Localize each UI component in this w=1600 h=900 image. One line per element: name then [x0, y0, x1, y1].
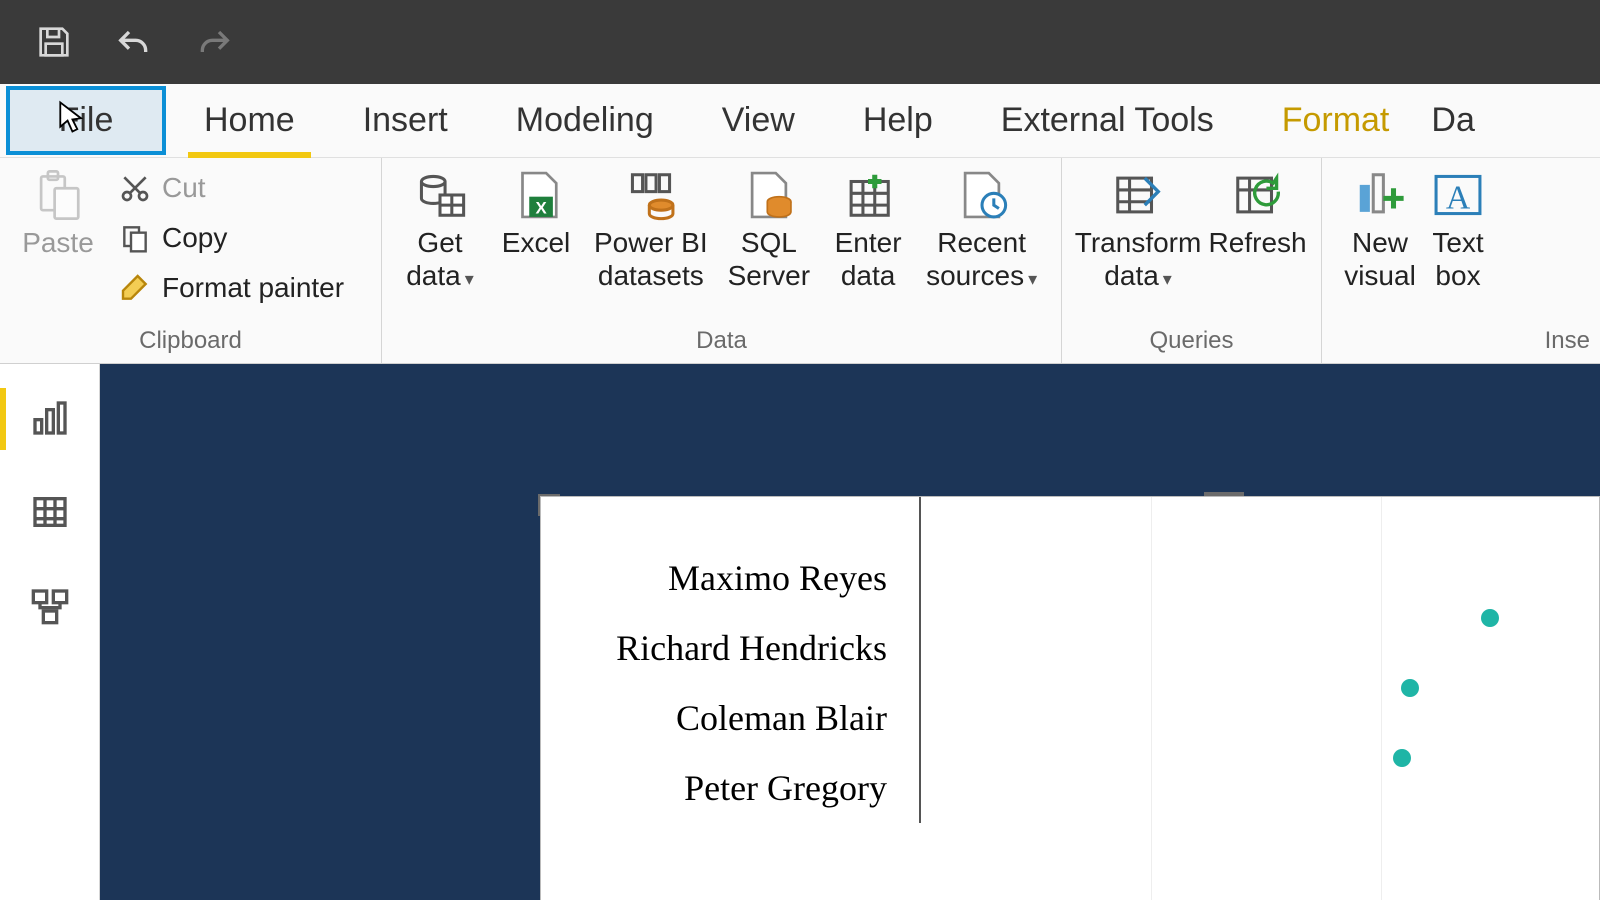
tab-data-partial[interactable]: Da: [1423, 84, 1475, 157]
tab-modeling[interactable]: Modeling: [482, 84, 688, 157]
new-visual-button[interactable]: New visual: [1332, 162, 1428, 292]
excel-file-icon: X: [505, 166, 567, 224]
cut-button[interactable]: Cut: [110, 166, 350, 210]
button-label: Transform data: [1075, 227, 1202, 291]
tab-view[interactable]: View: [688, 84, 829, 157]
quick-access-toolbar: [0, 0, 1600, 84]
sql-server-button[interactable]: SQL Server: [718, 162, 820, 292]
model-view-button[interactable]: [24, 580, 76, 632]
button-label: Excel: [502, 226, 570, 259]
recent-file-icon: [951, 166, 1013, 224]
button-label: SQL Server: [728, 226, 810, 292]
transform-data-button[interactable]: Transform data▾: [1072, 162, 1204, 292]
active-view-indicator: [0, 388, 6, 450]
chart-plot-area: [921, 497, 1599, 900]
refresh-icon: [1227, 166, 1289, 224]
tab-label: Da: [1431, 101, 1474, 140]
report-canvas[interactable]: Maximo Reyes Richard Hendricks Coleman B…: [100, 364, 1600, 900]
tab-label: Modeling: [516, 101, 654, 140]
data-point[interactable]: [1481, 609, 1499, 627]
chevron-down-icon: ▾: [1028, 269, 1037, 289]
button-label: Get data: [406, 227, 462, 291]
tab-label: Home: [204, 101, 295, 140]
report-view-button[interactable]: [24, 392, 76, 444]
sql-file-icon: [738, 166, 800, 224]
group-data: Get data▾ X Excel: [382, 158, 1062, 363]
workspace: Maximo Reyes Richard Hendricks Coleman B…: [0, 364, 1600, 900]
enter-data-button[interactable]: Enter data: [820, 162, 916, 292]
pbi-datasets-button[interactable]: Power BI datasets: [584, 162, 718, 292]
group-insert: New visual A Text box Inse: [1322, 158, 1600, 363]
group-label: Queries: [1072, 321, 1311, 363]
data-point[interactable]: [1401, 679, 1419, 697]
svg-text:X: X: [535, 199, 547, 218]
tab-insert[interactable]: Insert: [329, 84, 482, 157]
paste-icon: [27, 166, 89, 224]
button-label: Copy: [162, 222, 227, 254]
axis-category: Peter Gregory: [541, 753, 919, 823]
ribbon-home: Paste Cut: [0, 158, 1600, 364]
enter-data-icon: [837, 166, 899, 224]
tab-help[interactable]: Help: [829, 84, 967, 157]
transform-data-icon: [1107, 166, 1169, 224]
tab-label: External Tools: [1001, 101, 1214, 140]
tab-label: File: [59, 101, 114, 140]
tab-file[interactable]: File: [6, 86, 166, 155]
group-queries: Transform data▾ Refresh Queries: [1062, 158, 1322, 363]
copy-icon: [116, 220, 154, 256]
chevron-down-icon: ▾: [1163, 269, 1172, 289]
paste-button[interactable]: Paste: [10, 162, 106, 259]
group-label: Clipboard: [10, 321, 371, 363]
tab-home[interactable]: Home: [170, 84, 329, 157]
group-clipboard: Paste Cut: [0, 158, 382, 363]
view-switcher: [0, 364, 100, 900]
refresh-button[interactable]: Refresh: [1204, 162, 1311, 259]
new-visual-icon: [1349, 166, 1411, 224]
button-label: Recent sources: [926, 227, 1026, 291]
copy-button[interactable]: Copy: [110, 216, 350, 260]
button-label: Cut: [162, 172, 206, 204]
excel-button[interactable]: X Excel: [488, 162, 584, 259]
group-label: Data: [392, 321, 1051, 363]
gridline: [1381, 497, 1382, 900]
chart-y-axis: Maximo Reyes Richard Hendricks Coleman B…: [541, 497, 921, 823]
button-label: Power BI datasets: [594, 226, 708, 292]
axis-category: Maximo Reyes: [541, 543, 919, 613]
button-label: New visual: [1344, 226, 1416, 292]
button-label: Enter data: [835, 226, 902, 292]
tab-format[interactable]: Format: [1248, 84, 1424, 157]
tab-label: Format: [1282, 101, 1390, 140]
undo-button[interactable]: [110, 18, 158, 66]
axis-category: Coleman Blair: [541, 683, 919, 753]
gridline: [1151, 497, 1152, 900]
tab-label: View: [722, 101, 795, 140]
tab-label: Insert: [363, 101, 448, 140]
button-label: Format painter: [162, 272, 344, 304]
button-label: Refresh: [1209, 226, 1307, 259]
chevron-down-icon: ▾: [465, 269, 474, 289]
data-point[interactable]: [1393, 749, 1411, 767]
button-label: Text box: [1432, 226, 1483, 292]
tab-external-tools[interactable]: External Tools: [967, 84, 1248, 157]
database-grid-icon: [409, 166, 471, 224]
format-painter-button[interactable]: Format painter: [110, 266, 350, 310]
format-painter-icon: [116, 270, 154, 306]
tab-label: Help: [863, 101, 933, 140]
data-view-button[interactable]: [24, 486, 76, 538]
group-label: Inse: [1332, 321, 1590, 363]
cut-icon: [116, 170, 154, 206]
chart-visual[interactable]: Maximo Reyes Richard Hendricks Coleman B…: [540, 496, 1600, 900]
text-box-icon: A: [1428, 166, 1488, 224]
recent-sources-button[interactable]: Recent sources▾: [916, 162, 1047, 292]
ribbon-tabs: File Home Insert Modeling View Help Exte…: [0, 84, 1600, 158]
get-data-button[interactable]: Get data▾: [392, 162, 488, 292]
redo-button[interactable]: [190, 18, 238, 66]
axis-category: Richard Hendricks: [541, 613, 919, 683]
pbi-datasets-icon: [620, 166, 682, 224]
button-label: Paste: [22, 226, 94, 259]
save-button[interactable]: [30, 18, 78, 66]
text-box-button[interactable]: A Text box: [1428, 162, 1488, 292]
svg-text:A: A: [1446, 180, 1471, 217]
